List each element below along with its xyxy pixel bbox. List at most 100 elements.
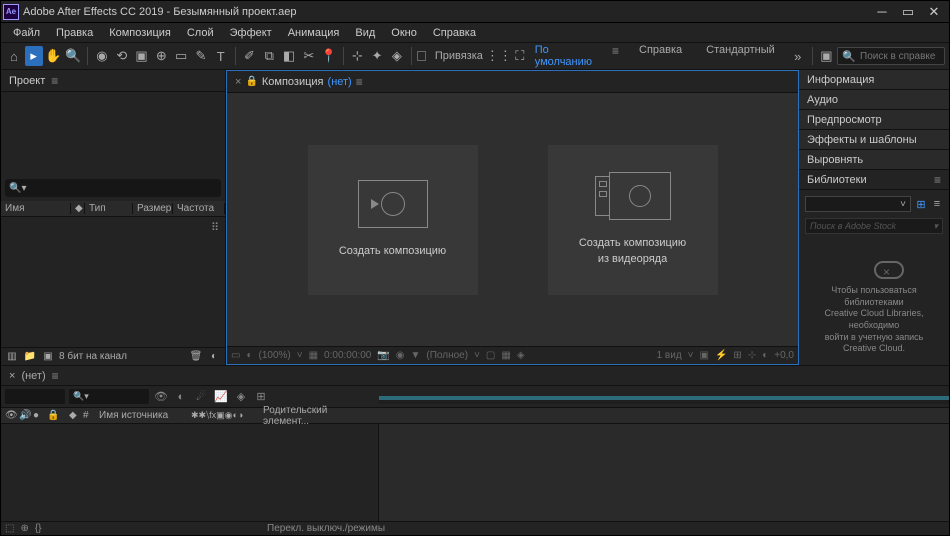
workspace-help[interactable]: Справка	[635, 44, 686, 68]
toggle-modes-icon[interactable]: ⊕	[20, 523, 28, 534]
transparency-icon[interactable]: ▦	[501, 350, 510, 361]
workspace-reset-icon[interactable]: ▣	[818, 46, 836, 66]
panel-effects[interactable]: Эффекты и шаблоны	[799, 130, 949, 150]
resolution-value[interactable]: (Полное)	[426, 350, 468, 361]
zoom-tool[interactable]: 🔍	[64, 46, 82, 66]
pen-tool[interactable]: ✎	[192, 46, 210, 66]
col-type[interactable]: Тип	[85, 203, 133, 214]
timeline-current-time[interactable]	[5, 389, 65, 404]
orbit-tool[interactable]: ◉	[93, 46, 111, 66]
grid-view-icon[interactable]: ⊞	[915, 198, 927, 210]
res-dropdown-icon[interactable]: ˅	[474, 350, 480, 361]
motion-blur-icon[interactable]: ☄	[193, 389, 209, 405]
col-freq[interactable]: Частота	[173, 203, 225, 214]
maximize-button[interactable]: ▭	[895, 3, 921, 21]
toggle-switches-label[interactable]: Перекл. выключ./режимы	[267, 523, 385, 534]
expand-snap-icon[interactable]: ⛶	[511, 46, 529, 66]
project-search-input[interactable]	[30, 183, 217, 194]
flowchart-icon[interactable]: ⊹	[748, 350, 756, 361]
exposure-reset-icon[interactable]: ◐	[762, 350, 768, 361]
view-axis-tool[interactable]: ◈	[388, 46, 406, 66]
col-num[interactable]: #	[83, 410, 97, 421]
timeline-icon[interactable]: ⊞	[733, 350, 741, 361]
graph-editor-icon[interactable]: 📈	[213, 389, 229, 405]
menu-composition[interactable]: Композиция	[101, 25, 179, 41]
shy-icon[interactable]: 👁	[153, 389, 169, 405]
project-search[interactable]: 🔍▾	[5, 179, 221, 197]
new-folder-icon[interactable]: 📁	[23, 350, 37, 364]
snap-options-icon[interactable]: ⋮⋮	[489, 46, 509, 66]
composition-tab[interactable]: × 🔒 Композиция (нет) ≡	[227, 71, 798, 93]
panel-align[interactable]: Выровнять	[799, 150, 949, 170]
panel-audio[interactable]: Аудио	[799, 90, 949, 110]
timeline-tab[interactable]: × (нет) ≡	[1, 366, 949, 386]
panel-libraries[interactable]: Библиотеки ≡	[799, 170, 949, 190]
draft3d-icon[interactable]: ◈	[233, 389, 249, 405]
snapshot-icon[interactable]: 📷	[377, 350, 389, 361]
roto-tool[interactable]: ✂	[300, 46, 318, 66]
timeline-body[interactable]	[1, 424, 949, 521]
world-axis-tool[interactable]: ✦	[368, 46, 386, 66]
close-tab-icon[interactable]: ×	[235, 76, 241, 88]
region-icon[interactable]: ▢	[486, 350, 495, 361]
toggle-icon[interactable]: ◐	[207, 350, 221, 364]
close-button[interactable]: ✕	[921, 3, 947, 21]
brainstorm-icon[interactable]: ⊞	[253, 389, 269, 405]
help-search[interactable]: 🔍	[837, 47, 945, 65]
frame-blend-icon[interactable]: ◐	[173, 389, 189, 405]
clone-tool[interactable]: ⧉	[260, 46, 278, 66]
col-video-icon[interactable]: 👁	[5, 410, 17, 421]
hand-tool[interactable]: ✋	[45, 46, 63, 66]
menu-window[interactable]: Окно	[383, 25, 425, 41]
eraser-tool[interactable]: ◧	[280, 46, 298, 66]
puppet-tool[interactable]: 📍	[320, 46, 338, 66]
exposure-value[interactable]: +0,0	[774, 350, 794, 361]
project-panel-tab[interactable]: Проект ≡	[1, 70, 225, 92]
menu-effect[interactable]: Эффект	[222, 25, 280, 41]
col-audio-icon[interactable]: 🔊	[19, 410, 31, 421]
menu-edit[interactable]: Правка	[48, 25, 101, 41]
col-switches-icon[interactable]: ✱✱⧹fx▣◉◐◑	[191, 410, 261, 421]
zoom-dropdown-icon[interactable]: ˅	[297, 350, 303, 361]
time-value[interactable]: 0:00:00:00	[324, 350, 371, 361]
new-comp-icon[interactable]: ▣	[41, 350, 55, 364]
bpc-label[interactable]: 8 бит на канал	[59, 351, 127, 362]
col-label-icon[interactable]: ◆	[69, 410, 81, 421]
list-view-icon[interactable]: ≡	[931, 198, 943, 210]
workspace-default-menu-icon[interactable]: ≡	[612, 44, 619, 68]
create-composition-button[interactable]: Создать композицию	[308, 145, 478, 295]
interpret-footage-icon[interactable]: ▥	[5, 350, 19, 364]
snap-checkbox[interactable]	[417, 51, 426, 61]
alpha-icon[interactable]: ◐	[246, 350, 252, 361]
col-name[interactable]: Имя	[1, 203, 71, 214]
res-icon[interactable]: ▦	[309, 350, 318, 361]
pan-behind-tool[interactable]: ⊕	[152, 46, 170, 66]
channel-icon[interactable]: ▼	[411, 350, 421, 361]
project-tree[interactable]: ⠿	[1, 217, 225, 347]
workspace-default[interactable]: По умолчанию	[531, 44, 596, 68]
menu-help[interactable]: Справка	[425, 25, 484, 41]
library-search-dropdown-icon[interactable]: ▾	[933, 221, 938, 232]
col-lock-icon[interactable]: 🔒	[47, 410, 59, 421]
zoom-value[interactable]: (100%)	[259, 350, 291, 361]
timeline-layer-list[interactable]	[1, 424, 379, 521]
fast-preview-icon[interactable]: ⚡	[715, 350, 727, 361]
brush-tool[interactable]: ✐	[241, 46, 259, 66]
rotate-tool[interactable]: ⟲	[113, 46, 131, 66]
delete-icon[interactable]: 🗑	[189, 350, 203, 364]
timeline-ruler-area[interactable]	[379, 389, 949, 404]
panel-preview[interactable]: Предпросмотр	[799, 110, 949, 130]
panel-info[interactable]: Информация	[799, 70, 949, 90]
workspace-overflow-icon[interactable]: »	[789, 46, 807, 66]
menu-view[interactable]: Вид	[347, 25, 383, 41]
project-panel-menu-icon[interactable]: ≡	[51, 74, 58, 88]
timeline-search[interactable]: 🔍▾	[69, 389, 149, 404]
timeline-menu-icon[interactable]: ≡	[52, 369, 59, 383]
library-select[interactable]: ˅	[805, 196, 911, 212]
create-from-footage-button[interactable]: Создать композицию из видеоряда	[548, 145, 718, 295]
workspace-standard[interactable]: Стандартный	[702, 44, 779, 68]
col-source[interactable]: Имя источника	[99, 410, 189, 421]
pixel-aspect-icon[interactable]: ▣	[700, 350, 709, 361]
home-button[interactable]: ⌂	[5, 46, 23, 66]
minimize-button[interactable]: ─	[869, 3, 895, 21]
